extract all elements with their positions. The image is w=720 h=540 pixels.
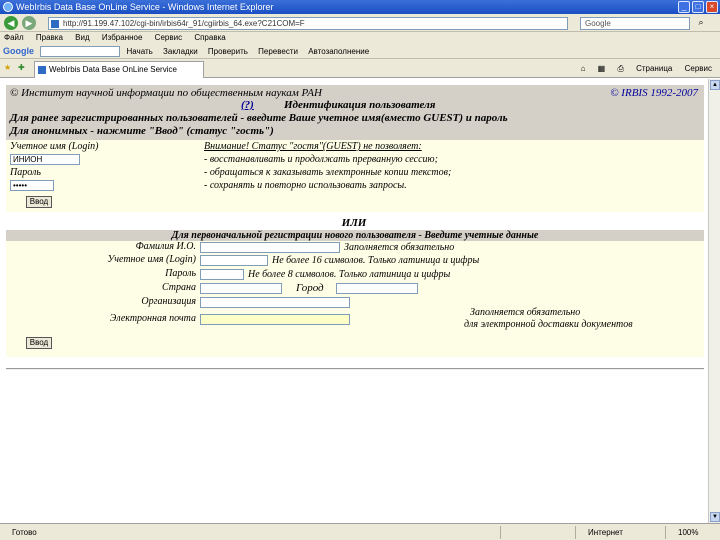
status-separator <box>575 526 576 539</box>
reg-password-label: Пароль <box>165 268 196 279</box>
login-submit-button[interactable]: Ввод <box>26 196 52 208</box>
menu-tools[interactable]: Сервис <box>155 33 182 42</box>
registration-panel: Фамилия И.О. Заполняется обязательно Уче… <box>6 241 704 357</box>
guest-warning-title: Внимание! Статус "гостя"(GUEST) не позво… <box>204 141 422 152</box>
maximize-button[interactable]: □ <box>692 1 704 13</box>
email-label: Электронная почта <box>109 313 196 324</box>
add-favorite-icon[interactable]: ✚ <box>18 63 25 72</box>
login-input[interactable]: ИНИОН <box>10 154 80 165</box>
window-titlebar: WebIrbis Data Base OnLine Service - Wind… <box>0 0 720 14</box>
register-submit-button[interactable]: Ввод <box>26 337 52 349</box>
help-link[interactable]: (?) <box>241 99 254 111</box>
page-title: Идентификация пользователя <box>284 99 436 111</box>
status-text: Готово <box>12 528 37 537</box>
or-divider: ИЛИ <box>341 217 367 229</box>
tab-webirbis[interactable]: WebIrbis Data Base OnLine Service <box>34 61 204 78</box>
favorites-star-icon[interactable]: ★ <box>4 63 11 72</box>
password-label: Пароль <box>10 167 41 178</box>
google-search-field[interactable] <box>40 46 121 58</box>
login-panel: Учетное имя (Login) ИНИОН Пароль ••••• В… <box>6 140 704 212</box>
menu-help[interactable]: Справка <box>194 33 225 42</box>
tab-tools: ⌂ ▦ ⎙ Страница Сервис <box>571 63 712 74</box>
country-label: Страна <box>162 282 196 293</box>
page-content: © Институт научной информации по обществ… <box>0 79 708 523</box>
scroll-down-icon[interactable]: ▼ <box>710 512 720 522</box>
page-icon <box>51 20 59 28</box>
zoom-control[interactable]: 100% <box>678 524 698 540</box>
google-toolbar: Google Начать Закладки Проверить Перевес… <box>0 43 720 59</box>
menu-edit[interactable]: Правка <box>36 33 63 42</box>
reg-login-hint: Не более 16 символов. Только латиница и … <box>272 255 480 266</box>
reg-login-input[interactable] <box>200 255 268 266</box>
vertical-scrollbar[interactable]: ▲ ▼ <box>708 79 720 523</box>
close-button[interactable]: × <box>706 1 718 13</box>
email-hint-delivery: для электронной доставки документов <box>464 319 633 330</box>
city-input[interactable] <box>336 283 418 294</box>
registration-header: Для первоначальной регистрации нового по… <box>6 230 704 241</box>
instructions-anonymous: Для анонимных - нажмите "Ввод" (статус "… <box>10 125 274 137</box>
guest-warning-2: - обращаться к заказывать электронные ко… <box>204 167 452 178</box>
google-tool-autofill[interactable]: Автозаполнение <box>308 47 369 56</box>
minimize-button[interactable]: _ <box>678 1 690 13</box>
search-icon[interactable]: ⌕ <box>694 17 708 30</box>
tools-menu[interactable]: Сервис <box>685 64 712 73</box>
page-menu[interactable]: Страница <box>636 64 672 73</box>
status-separator <box>500 526 501 539</box>
google-tool-translate[interactable]: Перевести <box>258 47 298 56</box>
tab-page-icon <box>38 66 46 74</box>
scroll-up-icon[interactable]: ▲ <box>710 80 720 90</box>
org-label: Организация <box>141 296 196 307</box>
status-separator <box>665 526 666 539</box>
url-input[interactable]: http://91.199.47.102/cgi-bin/irbis64r_91… <box>48 17 568 30</box>
ie-logo-icon <box>3 2 13 12</box>
fio-hint: Заполняется обязательно <box>344 242 455 253</box>
google-logo: Google <box>3 46 34 56</box>
copyright-right[interactable]: © IRBIS 1992-2007 <box>610 87 698 99</box>
search-input[interactable]: Google <box>580 17 690 30</box>
guest-warning-1: - восстанавливать и продолжать прерванну… <box>204 154 438 165</box>
reg-password-hint: Не более 8 символов. Только латиница и ц… <box>248 269 451 280</box>
header-panel: © Институт научной информации по обществ… <box>6 85 704 140</box>
page-divider <box>6 368 704 370</box>
reg-password-input[interactable] <box>200 269 244 280</box>
tab-bar: ★ ✚ WebIrbis Data Base OnLine Service ⌂ … <box>0 59 720 78</box>
back-arrow-icon[interactable]: ◀ <box>4 16 18 30</box>
tab-title: WebIrbis Data Base OnLine Service <box>49 65 177 74</box>
copyright-left: © Институт научной информации по обществ… <box>10 87 322 99</box>
menu-favorites[interactable]: Избранное <box>102 33 143 42</box>
zone-indicator: Интернет <box>588 528 623 537</box>
feeds-icon[interactable]: ▦ <box>598 64 606 73</box>
forward-arrow-icon[interactable]: ▶ <box>22 16 36 30</box>
country-input[interactable] <box>200 283 282 294</box>
guest-warning-3: - сохранять и повторно использовать запр… <box>204 180 407 191</box>
login-label: Учетное имя (Login) <box>10 141 99 152</box>
email-input[interactable] <box>200 314 350 325</box>
home-icon[interactable]: ⌂ <box>581 64 586 73</box>
instructions-registered: Для ранее зарегистрированных пользовател… <box>10 112 508 124</box>
url-text: http://91.199.47.102/cgi-bin/irbis64r_91… <box>63 19 305 28</box>
window-controls: _ □ × <box>678 1 718 13</box>
window-title: WebIrbis Data Base OnLine Service - Wind… <box>16 2 274 12</box>
org-input[interactable] <box>200 297 350 308</box>
reg-login-label: Учетное имя (Login) <box>107 254 196 265</box>
address-bar: ◀ ▶ http://91.199.47.102/cgi-bin/irbis64… <box>0 14 720 32</box>
password-input[interactable]: ••••• <box>10 180 54 191</box>
google-tool-bookmarks[interactable]: Закладки <box>163 47 198 56</box>
google-tool-check[interactable]: Проверить <box>208 47 248 56</box>
menu-file[interactable]: Файл <box>4 33 24 42</box>
city-label: Город <box>296 282 324 294</box>
print-icon[interactable]: ⎙ <box>617 64 623 73</box>
google-tool-start[interactable]: Начать <box>126 47 152 56</box>
menu-view[interactable]: Вид <box>75 33 89 42</box>
fio-label: Фамилия И.О. <box>135 241 196 252</box>
status-bar: Готово Интернет 100% <box>0 523 720 540</box>
menu-bar: Файл Правка Вид Избранное Сервис Справка <box>0 32 720 43</box>
fio-input[interactable] <box>200 242 340 253</box>
email-hint-required: Заполняется обязательно <box>470 307 581 318</box>
